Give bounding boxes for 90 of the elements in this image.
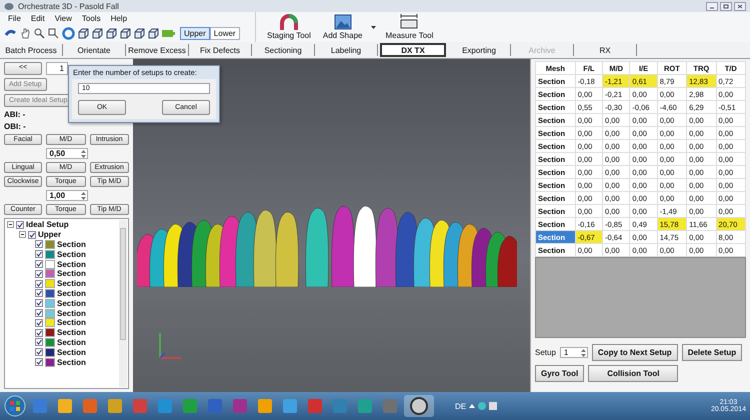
arch-icon [280,14,298,30]
tree-checkbox[interactable] [35,358,43,366]
tree-item[interactable]: Section [57,338,86,347]
maximize-button[interactable] [720,2,732,10]
search-icon[interactable] [34,28,45,39]
zoom-area-icon[interactable] [48,28,59,39]
tab[interactable]: DX TX [380,43,446,57]
app-logo-icon [4,2,14,10]
tree-checkbox[interactable] [35,348,43,356]
tree-item[interactable]: Section [57,308,86,318]
window-title: Orchestrate 3D - Pasold Fall [18,2,119,10]
menu-item[interactable]: Edit [30,14,45,25]
minimize-button[interactable] [706,2,718,10]
start-button[interactable] [4,395,26,417]
tree-item[interactable]: Upper [38,230,62,240]
tree-checkbox[interactable] [35,309,43,318]
tab[interactable]: Sectioning [252,44,315,56]
cube-view-icon[interactable] [148,28,159,39]
taskbar-app-icon[interactable] [404,395,434,417]
tree-checkbox[interactable] [35,250,43,258]
menu-item[interactable]: Tools [82,14,101,25]
jaw-toggle-button[interactable]: Upper [180,27,210,40]
cube-view-icon[interactable] [92,28,103,39]
setup-spinner[interactable]: 1 [560,347,588,358]
tree-item[interactable]: Section [57,240,86,249]
tab[interactable]: Orientate [63,44,126,56]
tree-checkbox[interactable] [16,220,24,229]
language-indicator[interactable]: DE [455,402,466,410]
tree-item[interactable]: Section [57,279,86,288]
tree-item[interactable]: Section [57,250,86,259]
menu-item[interactable]: File [8,14,21,25]
tab[interactable]: Batch Process [0,44,63,56]
tree-item[interactable]: Section [57,260,86,269]
collapse-icon[interactable] [19,231,26,238]
network-icon[interactable] [478,402,486,410]
ruler-icon [400,14,418,30]
toolbar-tool-button[interactable]: Add Shape [320,13,366,41]
collision-tool-button[interactable]: Collision Tool [588,365,678,382]
setup-label: Setup [535,348,556,357]
tray-icon[interactable] [469,404,476,408]
gyro-tool-button[interactable]: Gyro Tool [535,365,584,382]
obi-label: OBI: - [4,122,26,131]
scrollbar[interactable] [119,220,127,387]
tree-checkbox[interactable] [35,318,43,327]
tree-item[interactable]: Section [57,348,86,357]
tree-item[interactable]: Section [57,298,86,308]
tree-checkbox[interactable] [35,328,43,337]
cube-view-icon[interactable] [78,28,89,39]
close-button[interactable] [734,2,746,10]
cube-view-icon[interactable] [106,28,117,39]
tab[interactable]: Labeling [315,44,378,56]
copy-button[interactable]: Copy to Next Setup [592,344,678,361]
toolbar-tool-button[interactable]: Measure Tool [382,13,436,41]
collapse-icon[interactable] [7,221,14,228]
cube-view-icon[interactable] [120,28,131,39]
tab[interactable]: Remove Excess [126,44,189,56]
tree-item[interactable]: Ideal Setup [26,220,69,230]
axes-icon [157,331,183,359]
tree-item[interactable]: Section [57,358,86,367]
tab[interactable]: Fix Defects [189,44,252,56]
step-spinner[interactable]: 1,00 [46,190,88,201]
tree-checkbox[interactable] [35,280,43,288]
cube-view-icon[interactable] [134,28,145,39]
3d-viewport[interactable] [133,59,530,392]
menu-item[interactable]: Help [110,14,128,25]
menu-item[interactable]: View [54,14,72,25]
image-icon [334,14,352,30]
step-spinner[interactable]: 0,50 [46,148,88,159]
toolbar-tool-button[interactable]: Staging Tool [264,13,314,41]
tree-checkbox[interactable] [35,289,43,298]
jaw-toggle-button[interactable]: Lower [210,27,240,40]
refresh-icon[interactable] [62,27,75,40]
tree-checkbox[interactable] [28,230,36,239]
tab[interactable]: RX [574,44,637,56]
tree-checkbox[interactable] [35,260,43,268]
hand-icon[interactable] [20,28,31,39]
tree-item[interactable]: Section [57,328,86,338]
tree-checkbox[interactable] [35,338,43,346]
rotate-icon[interactable] [4,28,17,39]
tree-checkbox[interactable] [35,299,43,308]
tree-item[interactable]: Section [57,269,86,278]
dropdown-arrow-icon[interactable] [371,26,376,28]
tree-item[interactable]: Section [57,318,86,328]
abi-label: ABI: - [4,110,26,119]
tree-item[interactable]: Section [57,288,86,298]
delete-button[interactable]: Delete Setup [682,344,742,361]
tab[interactable]: Exporting [448,44,511,56]
tree-checkbox[interactable] [35,270,43,278]
setup-number-field[interactable]: 1 [46,62,68,75]
tree-checkbox[interactable] [35,240,43,248]
